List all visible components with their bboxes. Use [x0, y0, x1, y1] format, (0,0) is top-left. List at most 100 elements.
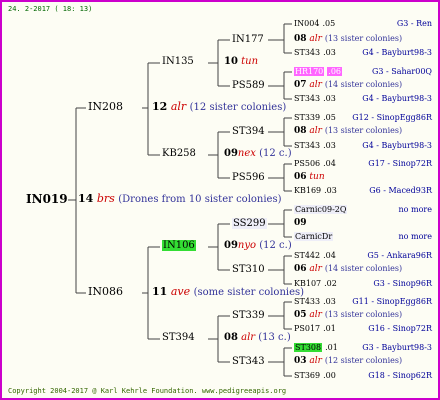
g2-id: ST394	[162, 332, 195, 343]
g4-location: G6 - Maced93R	[369, 186, 432, 195]
g4-row: KB107.02 G3 - Sinop96R	[294, 279, 432, 288]
g4-id: KB169	[294, 186, 322, 195]
g2-gen-num: 08	[224, 332, 238, 343]
g4-location: G3 - Sahar00Q	[371, 67, 432, 76]
g4-location: G3 - Bayburt98-3	[362, 343, 432, 352]
g4-year: .02	[324, 279, 337, 288]
g3-gen-num: 03	[294, 356, 307, 366]
g4-row: IN004.05 G3 - Ren	[294, 19, 432, 28]
root-info: 14 brs (Drones from 10 sister colonies)	[78, 192, 282, 205]
g4-year: .03	[323, 48, 336, 57]
g4-year: .03	[323, 94, 336, 103]
g1-id: IN086	[88, 285, 123, 298]
g4-location: G18 - Sinop62R	[368, 371, 432, 380]
g2-race: nyo	[237, 240, 257, 251]
g2-gen-num: 09	[224, 148, 238, 159]
g3-note: (13 sister colonies)	[324, 126, 403, 135]
g2-note: (12 c.)	[259, 240, 292, 251]
g4-year: .05	[323, 113, 336, 122]
g4-row: ST308.01 G3 - Bayburt98-3	[294, 343, 432, 352]
g4-id: ST369	[294, 371, 321, 380]
g3-info: 06 tun	[294, 172, 325, 182]
g3-id: ST394	[232, 126, 265, 137]
root-id: IN019	[26, 192, 68, 206]
g3-note: (14 sister colonies)	[324, 264, 403, 273]
g1-gen-num: 11	[152, 285, 168, 298]
g3-info: 05 alr (13 sister colonies)	[294, 310, 402, 320]
g4-row: HR170.06 G3 - Sahar00Q	[294, 67, 432, 76]
g4-location: G17 - Sinop72R	[368, 159, 432, 168]
g3-id: ST310	[232, 264, 265, 275]
g1-race: alr	[170, 100, 187, 113]
g2-gen-num: 10	[224, 56, 238, 67]
g3-id: SS299	[232, 218, 267, 229]
g3-info: 08 alr (13 sister colonies)	[294, 126, 402, 136]
g4-row: Carnic09-2Q no more	[294, 205, 432, 214]
g4-location: G12 - SinopEgg86R	[352, 113, 432, 122]
g4-id: ST308	[294, 343, 323, 352]
g4-row: CarnicDr no more	[294, 232, 432, 241]
g4-location: G4 - Bayburt98-3	[362, 48, 432, 57]
g3-note: (14 sister colonies)	[324, 80, 403, 89]
g3-id: IN177	[232, 34, 264, 45]
g4-year: .00	[323, 371, 336, 380]
g4-location: G16 - Sinop72R	[368, 324, 432, 333]
g3-race: tun	[309, 172, 325, 182]
g3-race: alr	[309, 80, 322, 90]
g3-gen-num: 09	[294, 218, 307, 228]
g4-row: ST339.05 G12 - SinopEgg86R	[294, 113, 432, 122]
g3-race: alr	[309, 34, 322, 44]
g2-note: (12 c.)	[259, 148, 292, 159]
g2-id-highlight: IN106	[162, 240, 196, 251]
g4-location: G4 - Bayburt98-3	[362, 141, 432, 150]
g4-row: ST343.03 G4 - Bayburt98-3	[294, 94, 432, 103]
g2-id: KB258	[162, 148, 196, 159]
g4-id: HR170	[294, 67, 325, 76]
g1-note: (some sister colonies)	[193, 287, 305, 298]
g2-gen-num: 09	[224, 240, 238, 251]
g1-info: 12 alr (12 sister colonies)	[152, 100, 286, 113]
g3-info: 07 alr (14 sister colonies)	[294, 80, 402, 90]
g4-id: ST343	[294, 48, 321, 57]
g3-id-highlight: SS299	[232, 218, 267, 229]
g4-location: G3 - Ren	[396, 19, 432, 28]
g4-id: IN004	[294, 19, 320, 28]
g4-location: G3 - Sinop96R	[373, 279, 432, 288]
g3-gen-num: 05	[294, 310, 307, 320]
g4-id: ST343	[294, 94, 321, 103]
g4-row: ST343.03 G4 - Bayburt98-3	[294, 141, 432, 150]
g4-id: PS506	[294, 159, 321, 168]
g3-id: PS596	[232, 172, 265, 183]
g2-race: nex	[237, 148, 256, 159]
g1-info: 11 ave (some sister colonies)	[152, 285, 304, 298]
g4-row: ST433.03 G11 - SinopEgg86R	[294, 297, 432, 306]
g3-id: ST339	[232, 310, 265, 321]
g4-id: ST339	[294, 113, 321, 122]
g2-info: 08 alr (13 c.)	[224, 332, 291, 343]
g2-race: alr	[241, 332, 256, 343]
g3-gen-num: 08	[294, 126, 307, 136]
g3-race: alr	[309, 356, 322, 366]
g2-id: IN106	[162, 240, 196, 251]
g4-location: no more	[398, 232, 432, 241]
g3-race: alr	[309, 310, 322, 320]
g3-info: 06 alr (14 sister colonies)	[294, 264, 402, 274]
g3-info: 08 alr (13 sister colonies)	[294, 34, 402, 44]
g3-id: ST343	[232, 356, 265, 367]
g4-row: PS017.01 G16 - Sinop72R	[294, 324, 432, 333]
g4-year: .06	[327, 67, 343, 76]
g1-race: ave	[170, 285, 191, 298]
g4-year: .03	[323, 297, 336, 306]
g4-row: ST343.03 G4 - Bayburt98-3	[294, 48, 432, 57]
g4-location: G11 - SinopEgg86R	[352, 297, 432, 306]
g3-race: alr	[309, 264, 322, 274]
g4-year: .05	[322, 19, 336, 28]
g4-id: ST442	[294, 251, 321, 260]
g3-info: 09	[294, 218, 307, 228]
g3-gen-num: 08	[294, 34, 307, 44]
g4-year: .01	[323, 324, 336, 333]
g4-year: .04	[323, 251, 336, 260]
g4-location: no more	[398, 205, 432, 214]
g4-id: ST433	[294, 297, 321, 306]
g3-info: 03 alr (12 sister colonies)	[294, 356, 402, 366]
